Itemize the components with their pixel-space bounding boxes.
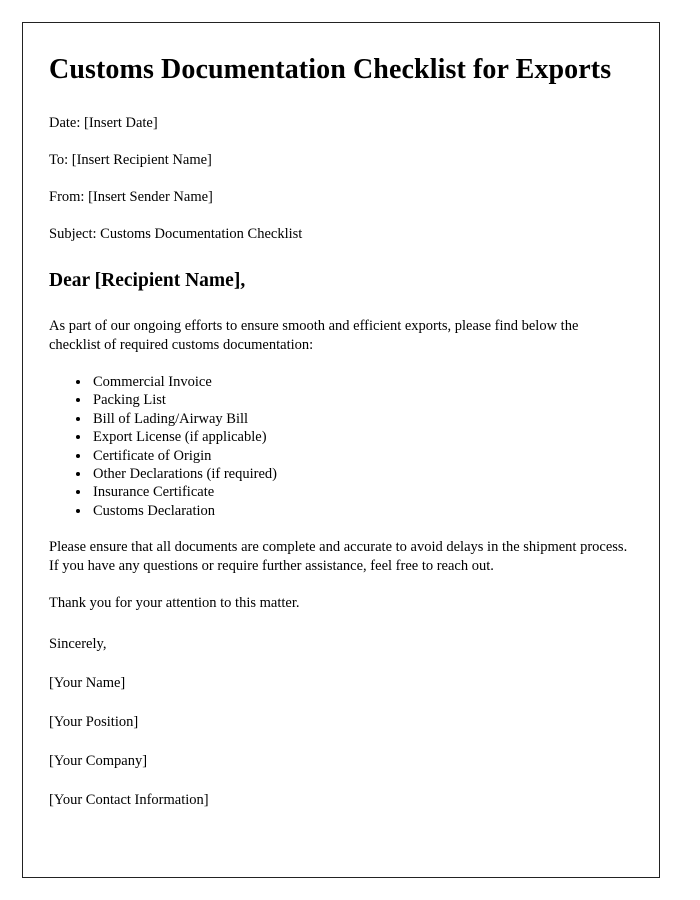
salutation-heading: Dear [Recipient Name], [49,270,246,291]
document-page: Customs Documentation Checklist for Expo… [22,22,660,878]
list-item: Commercial Invoice [91,373,631,391]
list-item: Certificate of Origin [91,447,631,465]
customs-document-checklist: Commercial Invoice Packing List Bill of … [49,373,631,520]
signature-block: Sincerely, [Your Name] [Your Position] [… [49,635,631,809]
intro-paragraph: As part of our ongoing efforts to ensure… [49,318,579,353]
list-item: Insurance Certificate [91,483,631,501]
signature-name: [Your Name] [49,675,126,692]
meta-recipient: To: [Insert Recipient Name] [49,152,212,168]
closing-paragraph: Please ensure that all documents are com… [49,539,628,575]
signature-position: [Your Position] [49,714,139,731]
meta-subject: Subject: Customs Documentation Checklist [49,226,303,242]
list-item: Bill of Lading/Airway Bill [91,410,631,428]
list-item: Other Declarations (if required) [91,465,631,483]
signoff-line: Sincerely, [49,636,107,653]
page-title: Customs Documentation Checklist for Expo… [49,54,612,85]
signature-company: [Your Company] [49,753,148,770]
meta-sender: From: [Insert Sender Name] [49,189,213,205]
list-item: Export License (if applicable) [91,428,631,446]
signature-contact: [Your Contact Information] [49,792,209,809]
meta-date: Date: [Insert Date] [49,115,158,131]
list-item: Packing List [91,391,631,409]
list-item: Customs Declaration [91,502,631,520]
document-content: Customs Documentation Checklist for Expo… [23,23,659,809]
thanks-line: Thank you for your attention to this mat… [49,595,300,612]
